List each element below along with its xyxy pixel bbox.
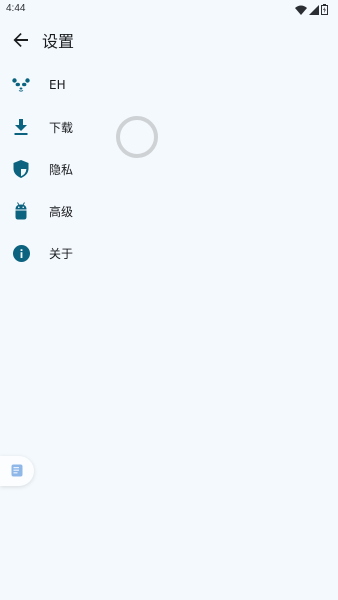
menu-item-label: EH [49,78,66,92]
menu-item-eh[interactable]: EH [0,64,338,106]
status-bar: 4:44 [0,0,338,20]
panda-icon [12,76,30,94]
battery-icon [321,4,328,15]
status-icons [295,4,328,15]
menu-item-advanced[interactable]: 高级 [0,190,338,232]
menu-item-privacy[interactable]: 隐私 [0,148,338,190]
menu-item-label: 隐私 [49,162,74,177]
status-time: 4:44 [6,3,26,14]
android-icon [12,202,30,220]
note-icon [11,462,23,481]
app-bar: 设置 [0,22,338,62]
shield-icon [12,160,30,178]
settings-menu: EH 下载 隐私 高级 关于 [0,64,338,274]
menu-item-about[interactable]: 关于 [0,232,338,274]
back-button[interactable] [8,29,34,55]
floating-side-tab[interactable] [0,456,34,486]
menu-item-label: 下载 [49,120,74,135]
menu-item-label: 高级 [49,204,74,219]
menu-item-download[interactable]: 下载 [0,106,338,148]
page-title: 设置 [42,32,75,51]
menu-item-label: 关于 [49,246,74,261]
info-icon [12,244,30,262]
arrow-back-icon [13,32,29,52]
wifi-icon [295,5,307,15]
signal-icon [309,4,319,15]
download-icon [12,118,30,136]
